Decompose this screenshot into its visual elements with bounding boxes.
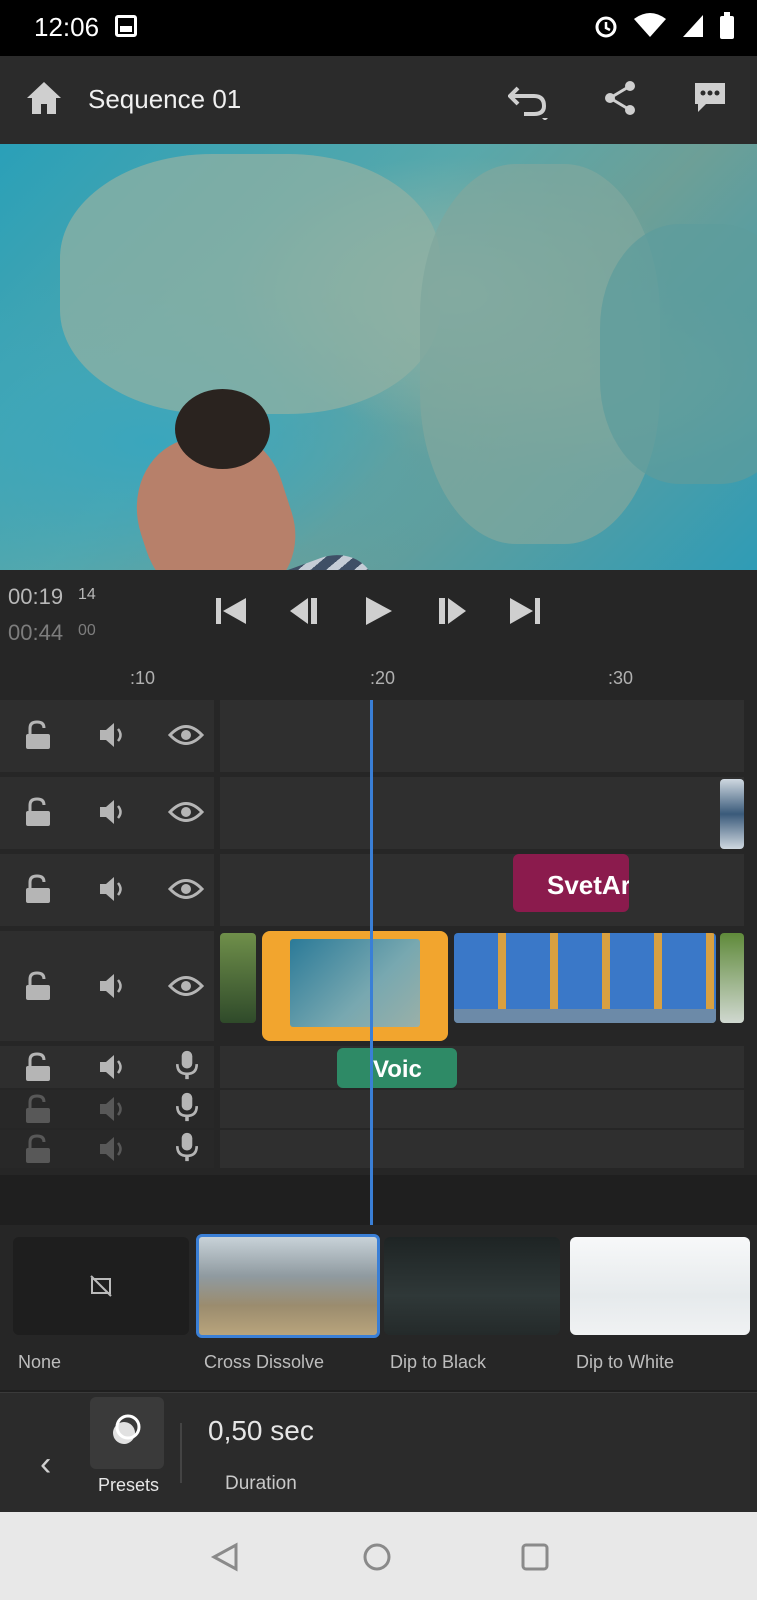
- microphone-icon[interactable]: [172, 1132, 202, 1162]
- track-header-video-2: [0, 777, 214, 849]
- track-lane-audio-2[interactable]: [220, 1090, 744, 1128]
- home-icon[interactable]: [24, 78, 64, 118]
- diver-head: [175, 389, 270, 469]
- transition-label: Dip to Black: [390, 1352, 487, 1372]
- bottom-toolbar: ‹ Presets 0,50 sec Duration: [0, 1392, 757, 1512]
- total-timecode: 00:44: [8, 620, 64, 645]
- video-clip[interactable]: [720, 933, 744, 1023]
- nav-back-icon[interactable]: [210, 1542, 240, 1572]
- transition-picker: None Cross Dissolve Dip to Black Dip to …: [0, 1225, 757, 1390]
- transition-dip-to-white[interactable]: [570, 1237, 750, 1335]
- image-clip[interactable]: [720, 779, 744, 849]
- alarm-icon: [595, 16, 617, 38]
- speaker-icon[interactable]: [98, 797, 128, 827]
- transition-none[interactable]: [13, 1237, 189, 1335]
- microphone-icon[interactable]: [172, 1050, 202, 1080]
- battery-icon: [720, 12, 734, 39]
- ruler-mark: :20: [370, 668, 396, 688]
- share-icon[interactable]: [602, 80, 638, 116]
- track-header-video-1-title: [0, 854, 214, 926]
- transition-label: Cross Dissolve: [204, 1352, 325, 1372]
- presets-button[interactable]: [90, 1397, 164, 1469]
- transition-label: None: [18, 1352, 62, 1372]
- track-header-audio-1: [0, 1046, 214, 1088]
- timeline-tracks: SvetAr Voic: [0, 700, 757, 1175]
- speaker-icon[interactable]: [98, 971, 128, 1001]
- step-back-icon[interactable]: [288, 596, 322, 626]
- duration-label: Duration: [225, 1473, 297, 1494]
- video-clip[interactable]: [220, 933, 256, 1023]
- clip-thumbnail: [290, 939, 420, 1027]
- sequence-title: Sequence 01: [88, 84, 242, 114]
- playhead[interactable]: [370, 700, 373, 1225]
- back-chevron-icon[interactable]: ‹: [40, 1445, 51, 1484]
- skip-to-start-icon[interactable]: [214, 596, 248, 626]
- eye-icon[interactable]: [168, 797, 204, 827]
- eye-icon[interactable]: [168, 971, 204, 1001]
- comment-icon[interactable]: [692, 80, 728, 116]
- divider: [180, 1423, 182, 1483]
- lock-open-icon[interactable]: [24, 720, 54, 750]
- title-clip[interactable]: SvetAr: [513, 854, 629, 912]
- lock-open-icon[interactable]: [24, 1094, 54, 1124]
- presets-label: Presets: [98, 1475, 160, 1495]
- skip-to-end-icon[interactable]: [508, 596, 542, 626]
- total-frames: 00: [78, 622, 96, 639]
- eye-icon[interactable]: [168, 874, 204, 904]
- voiceover-label: Voic: [373, 1056, 422, 1083]
- ruler-mark: :30: [608, 668, 634, 688]
- transport-controls: 00:19 14 00:44 00: [0, 570, 757, 650]
- microphone-icon[interactable]: [172, 1092, 202, 1122]
- step-forward-icon[interactable]: [434, 596, 468, 626]
- current-frames: 14: [78, 586, 96, 603]
- eye-icon[interactable]: [168, 720, 204, 750]
- rock-shape: [600, 224, 757, 484]
- system-nav-bar: [0, 1512, 757, 1600]
- video-preview[interactable]: [0, 144, 757, 570]
- speaker-icon[interactable]: [98, 1134, 128, 1164]
- nav-recents-icon[interactable]: [520, 1542, 550, 1572]
- voiceover-clip[interactable]: Voic: [337, 1048, 457, 1088]
- track-lane-audio-3[interactable]: [220, 1130, 744, 1168]
- status-time: 12:06: [34, 12, 100, 42]
- presets-icon: [113, 1414, 141, 1444]
- rock-shape: [60, 154, 440, 414]
- lock-open-icon[interactable]: [24, 971, 54, 1001]
- speaker-icon[interactable]: [98, 874, 128, 904]
- track-lane-audio-1[interactable]: Voic: [220, 1046, 744, 1088]
- transition-cross-dissolve[interactable]: [196, 1234, 380, 1338]
- video-clip-pool[interactable]: [454, 933, 716, 1023]
- lock-open-icon[interactable]: [24, 874, 54, 904]
- track-header-video-3: [0, 700, 214, 772]
- track-lane-titles[interactable]: SvetAr: [220, 854, 744, 926]
- speaker-icon[interactable]: [98, 1052, 128, 1082]
- lock-open-icon[interactable]: [24, 1052, 54, 1082]
- play-icon[interactable]: [362, 596, 396, 626]
- app-bar: Sequence 01: [0, 56, 757, 144]
- no-image-icon: [90, 1275, 112, 1297]
- selected-video-clip[interactable]: [262, 931, 448, 1041]
- track-lane-video-2[interactable]: [220, 777, 744, 849]
- transition-dip-to-black[interactable]: [384, 1237, 560, 1335]
- cell-signal-icon: [683, 15, 703, 37]
- status-icons: [593, 12, 735, 40]
- lock-open-icon[interactable]: [24, 797, 54, 827]
- clip-waveform: [454, 1009, 716, 1023]
- image-notification-icon: [115, 15, 137, 37]
- timeline-ruler[interactable]: :10 :20 :30: [0, 650, 757, 700]
- ruler-mark: :10: [130, 668, 156, 688]
- lock-open-icon[interactable]: [24, 1134, 54, 1164]
- current-timecode: 00:19: [8, 584, 64, 609]
- duration-value[interactable]: 0,50 sec: [208, 1415, 314, 1447]
- speaker-icon[interactable]: [98, 720, 128, 750]
- speaker-icon[interactable]: [98, 1094, 128, 1124]
- transition-label: Dip to White: [576, 1352, 675, 1372]
- nav-home-icon[interactable]: [362, 1542, 392, 1572]
- status-bar: 12:06: [0, 0, 757, 56]
- wifi-icon: [634, 13, 666, 37]
- track-lane-video-3[interactable]: [220, 700, 744, 772]
- undo-icon[interactable]: [508, 80, 550, 120]
- track-header-main-video: [0, 931, 214, 1041]
- track-lane-main-video[interactable]: [220, 931, 744, 1041]
